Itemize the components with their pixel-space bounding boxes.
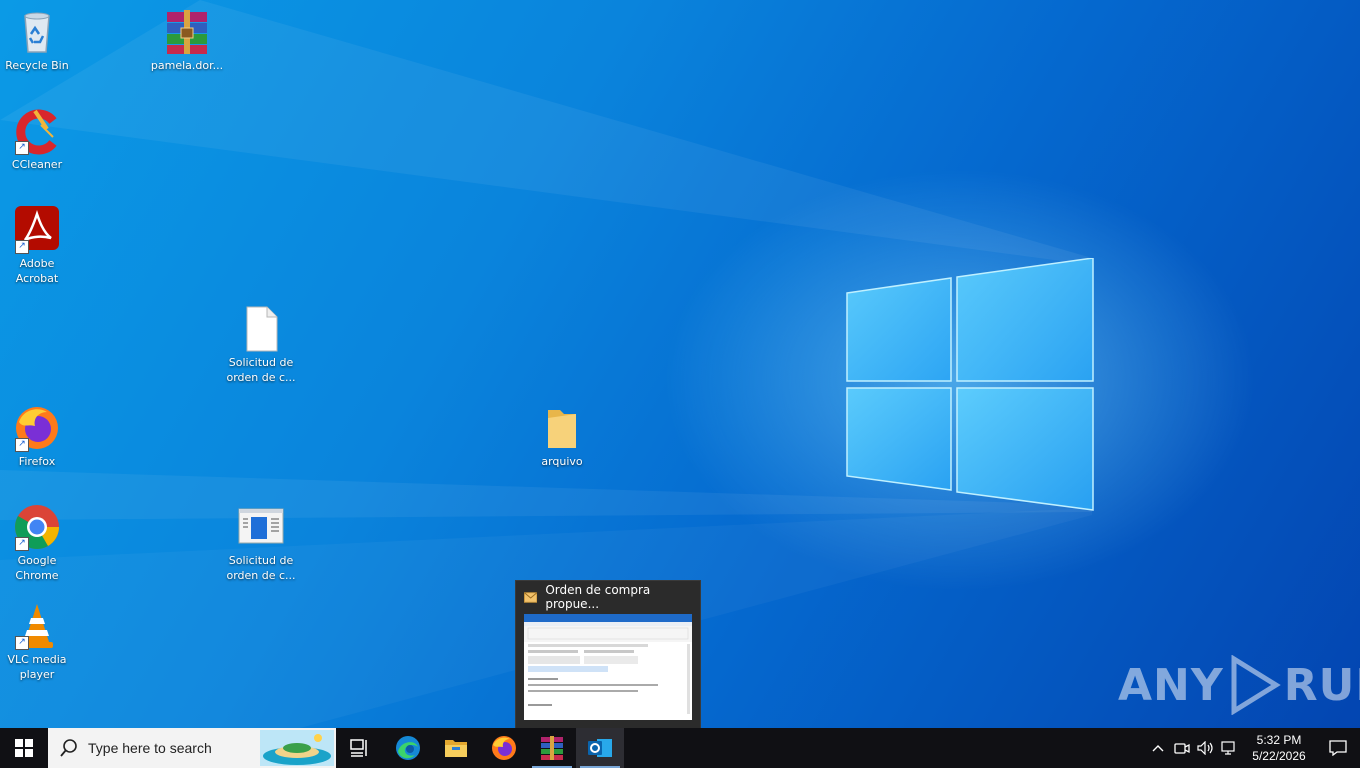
system-tray: 5:32 PM 5/22/2026 [1146,728,1360,768]
taskbar-search-box[interactable]: Type here to search [48,728,336,768]
taskbar-winrar[interactable] [528,728,576,768]
adobe-acrobat-icon: ↗ [13,206,61,254]
windows-logo-wallpaper [846,258,1094,511]
desktop-icon-solicitud-document[interactable]: Solicitud de orden de c... [223,503,299,583]
taskbar-thumbnail-preview[interactable]: Orden de compra propue... [515,580,701,730]
desktop-icon-rar-archive[interactable]: pamela.dor... [149,8,225,73]
show-hidden-icons-button[interactable] [1146,728,1170,768]
shortcut-arrow-icon: ↗ [15,537,29,551]
blank-file-icon [237,305,285,353]
tray-volume[interactable] [1194,728,1218,768]
ccleaner-icon: ↗ [13,107,61,155]
desktop-icon-label: Solicitud de orden de c... [226,554,296,582]
play-triangle-logo-icon [1231,655,1281,715]
desktop-icon-recycle-bin[interactable]: Recycle Bin [0,8,75,73]
taskbar-clock[interactable]: 5:32 PM 5/22/2026 [1242,732,1316,764]
clock-time: 5:32 PM [1256,733,1302,747]
chevron-up-icon [1152,745,1164,752]
search-icon [60,739,77,757]
winrar-archive-icon [163,8,211,56]
network-icon [1221,741,1235,755]
search-placeholder: Type here to search [88,740,212,756]
mail-envelope-icon [524,591,538,603]
watermark-text-left: ANY [1118,659,1224,711]
search-highlight-illustration [260,730,334,766]
taskbar-firefox[interactable] [480,728,528,768]
chrome-icon: ↗ [13,503,61,551]
desktop-icon-label: Firefox [18,455,56,468]
firefox-icon [492,736,516,760]
firefox-icon: ↗ [13,404,61,452]
email-window-miniature [524,614,692,714]
file-explorer-icon [445,740,467,757]
vlc-cone-icon: ↗ [13,602,61,650]
desktop-icon-label: Adobe Acrobat [15,257,59,285]
desktop-icon-label: CCleaner [11,158,63,171]
notification-center-button[interactable] [1316,728,1360,768]
taskbar-edge[interactable] [384,728,432,768]
preview-title: Orden de compra propue... [545,583,651,611]
recycle-bin-icon [13,8,61,56]
tray-meet-now[interactable] [1170,728,1194,768]
desktop-icon-label: Google Chrome [15,554,59,582]
desktop-icon-label: Recycle Bin [5,59,69,72]
folder-icon [538,404,586,452]
desktop-icon-ccleaner[interactable]: ↗ CCleaner [0,107,75,172]
anyrun-watermark: ANY RUN [1118,655,1360,715]
shortcut-arrow-icon: ↗ [15,636,29,650]
watermark-text-right: RUN [1283,659,1360,711]
desktop-icon-label: pamela.dor... [150,59,224,72]
preview-title-bar: Orden de compra propue... [516,581,700,613]
desktop-icon-label: arquivo [541,455,583,468]
outlook-icon [588,739,612,757]
taskbar: Type here to search 5:32 PM 5/22/2026 [0,728,1360,768]
taskbar-outlook[interactable] [576,728,624,768]
desktop-icon-label: VLC media player [7,653,67,681]
task-view-icon [350,739,367,757]
winrar-icon [541,736,563,760]
clock-date: 5/22/2026 [1252,749,1306,763]
tray-network[interactable] [1218,728,1242,768]
shortcut-arrow-icon: ↗ [15,438,29,452]
document-window-icon [237,503,285,551]
desktop-icon-vlc[interactable]: ↗ VLC media player [0,602,75,682]
taskbar-file-explorer[interactable] [432,728,480,768]
desktop-icon-label: Solicitud de orden de c... [226,356,296,384]
desktop-icon-arquivo-folder[interactable]: arquivo [524,404,600,469]
camera-icon [1174,743,1190,754]
desktop-icon-solicitud-file[interactable]: Solicitud de orden de c... [223,305,299,385]
shortcut-arrow-icon: ↗ [15,141,29,155]
notification-icon [1329,740,1347,756]
desktop-icon-firefox[interactable]: ↗ Firefox [0,404,75,469]
shortcut-arrow-icon: ↗ [15,240,29,254]
edge-icon [396,736,420,760]
windows-start-icon [15,739,33,757]
outlook-window-thumbnail [524,614,692,720]
desktop-icon-google-chrome[interactable]: ↗ Google Chrome [0,503,75,583]
task-view-button[interactable] [336,728,384,768]
start-button[interactable] [0,728,48,768]
desktop-icon-adobe-acrobat[interactable]: ↗ Adobe Acrobat [0,206,75,286]
speaker-icon [1197,741,1213,755]
